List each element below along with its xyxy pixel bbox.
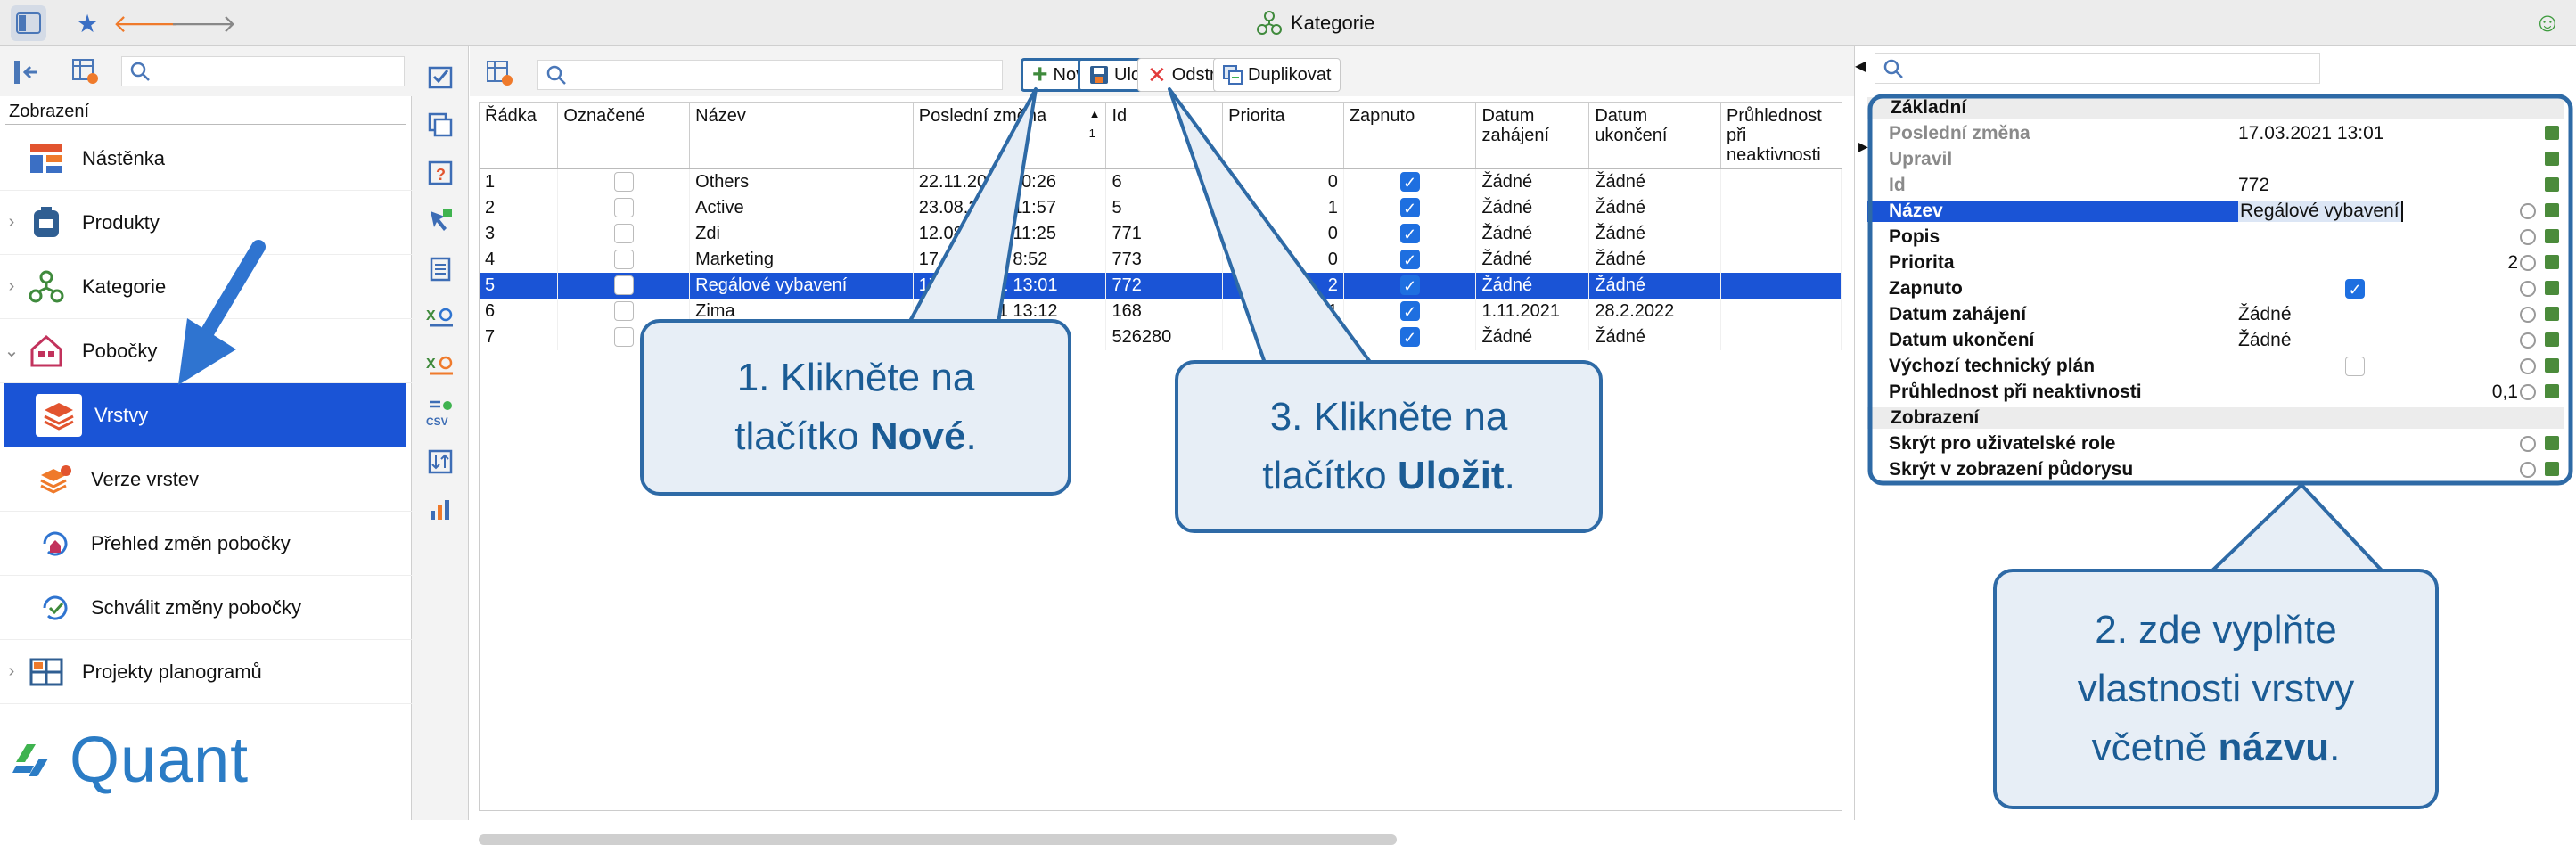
callout-text: 1. Klikněte na (736, 356, 975, 399)
callout-emphasis: Uložit (1397, 454, 1505, 497)
callout-text: 2. zde vyplňte (2095, 608, 2337, 652)
callout-step-3: 3. Klikněte na tlačítko Uložit. (1175, 360, 1603, 533)
callout-text: . (2329, 726, 2341, 769)
callout-properties-pointer (2209, 483, 2385, 574)
callout-new-pointer (907, 87, 1038, 324)
callout-step-1: 1. Klikněte na tlačítko Nové. (640, 319, 1071, 496)
callout-text: 3. Klikněte na (1269, 395, 1508, 439)
callout-emphasis: názvu (2218, 726, 2330, 769)
callout-text: . (1504, 454, 1515, 497)
properties-highlight-box (1867, 94, 2573, 486)
callout-emphasis: Nové (869, 414, 966, 458)
callout-save-pointer (1168, 87, 1374, 367)
callout-text-line2: tlačítko Nové. (644, 407, 1068, 466)
callout-text: vlastnosti vrstvy (2077, 667, 2355, 710)
callout-step-2: 2. zde vyplňte vlastnosti vrstvy včetně … (1993, 569, 2439, 809)
callout-text: tlačítko (1262, 454, 1398, 497)
callout-text: včetně (2091, 726, 2219, 769)
callout-text: tlačítko (734, 414, 870, 458)
callout-text-line2: tlačítko Uložit. (1178, 447, 1599, 505)
horizontal-scrollbar[interactable] (479, 834, 1397, 845)
callout-text-line3: včetně názvu. (1997, 718, 2435, 777)
callout-text: . (965, 414, 977, 458)
